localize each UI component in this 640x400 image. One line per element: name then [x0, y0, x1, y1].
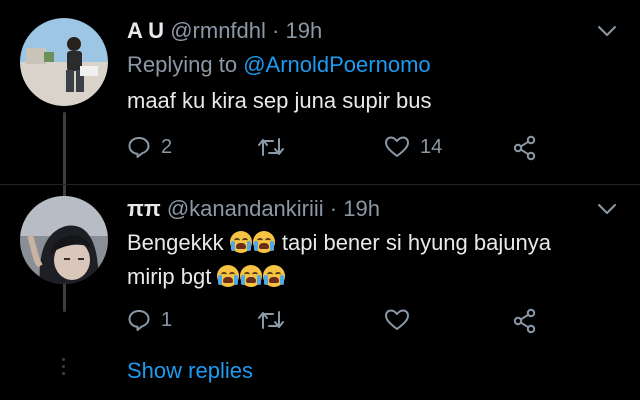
loudly-crying-face-emoji — [217, 265, 240, 287]
avatar-photo-icon — [20, 196, 108, 284]
divider — [0, 184, 640, 185]
retweet-icon — [258, 138, 284, 156]
reply-count: 1 — [161, 308, 173, 331]
replying-prefix: Replying to — [127, 52, 238, 77]
tweet-text: maaf ku kira sep juna supir bus — [127, 88, 432, 113]
loudly-crying-face-emoji — [263, 265, 286, 287]
heart-icon — [385, 136, 409, 157]
chevron-down-icon[interactable] — [597, 24, 617, 38]
reply-button[interactable]: 2 — [127, 135, 172, 159]
heart-icon — [385, 309, 409, 330]
separator: · — [329, 196, 338, 221]
share-button[interactable] — [512, 135, 538, 161]
avatar[interactable] — [20, 18, 108, 106]
handle[interactable]: @kanandankiriii — [167, 196, 324, 221]
share-icon — [513, 135, 536, 161]
share-icon — [513, 308, 536, 334]
separator: · — [272, 18, 280, 43]
replying-to: Replying to @ArnoldPoernomo — [127, 52, 431, 78]
show-replies-link[interactable]: Show replies — [127, 358, 253, 384]
reply-button[interactable]: 1 — [127, 308, 172, 332]
loudly-crying-face-emoji — [252, 231, 275, 253]
handle[interactable]: @rmnfdhl — [170, 18, 266, 43]
chevron-down-icon[interactable] — [597, 202, 617, 216]
retweet-button[interactable] — [257, 135, 295, 159]
thread-dots — [62, 358, 66, 379]
timestamp[interactable]: 19h — [285, 18, 322, 43]
retweet-button[interactable] — [257, 308, 295, 332]
tweet-text-part: mirip bgt — [127, 264, 212, 289]
replying-to-link[interactable]: @ArnoldPoernomo — [243, 52, 430, 77]
reply-icon — [128, 310, 150, 331]
reply-count: 2 — [161, 135, 173, 158]
share-button[interactable] — [512, 308, 538, 334]
timestamp[interactable]: 19h — [343, 196, 380, 221]
display-name[interactable]: ππ — [127, 196, 161, 221]
retweet-icon — [258, 311, 284, 329]
like-button[interactable]: 14 — [384, 135, 442, 159]
tweet-text-part: tapi bener si hyung bajunya — [281, 230, 551, 255]
tweet-header: ππ @kanandankiriii · 19h — [127, 196, 380, 222]
loudly-crying-face-emoji — [240, 265, 263, 287]
tweet-text: Bengekkk tapi bener si hyung bajunya mir… — [127, 226, 551, 294]
display-name[interactable]: A U — [127, 18, 164, 43]
reply-icon — [128, 137, 150, 158]
tweet-header: A U @rmnfdhl · 19h — [127, 18, 322, 44]
tweet-text-part: Bengekkk — [127, 230, 224, 255]
loudly-crying-face-emoji — [229, 231, 252, 253]
avatar[interactable] — [20, 196, 108, 284]
like-button[interactable] — [384, 308, 420, 332]
avatar-photo-icon — [20, 18, 108, 106]
like-count: 14 — [420, 135, 443, 158]
